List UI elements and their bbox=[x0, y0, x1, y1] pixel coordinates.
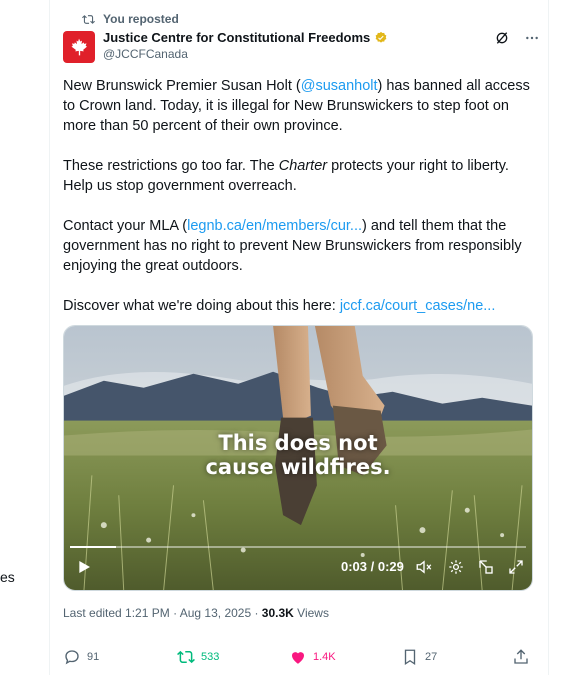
tweet-paragraph-1: New Brunswick Premier Susan Holt (@susan… bbox=[63, 78, 530, 134]
views-label: Views bbox=[293, 606, 329, 620]
author-name[interactable]: Justice Centre for Constitutional Freedo… bbox=[103, 30, 370, 45]
repost-label: You reposted bbox=[103, 12, 179, 26]
tweet-paragraph-3: Contact your MLA (legnb.ca/en/members/cu… bbox=[63, 218, 522, 274]
repost-icon bbox=[82, 14, 95, 24]
maple-leaf-icon bbox=[71, 38, 87, 56]
like-count: 1.4K bbox=[313, 651, 336, 663]
settings-gear-icon[interactable] bbox=[447, 558, 465, 576]
column-border-left bbox=[49, 0, 50, 675]
reply-button[interactable]: 91 bbox=[63, 648, 99, 666]
author-handle[interactable]: @JCCFCanada bbox=[103, 47, 188, 61]
bookmark-count: 27 bbox=[425, 651, 438, 663]
play-icon[interactable] bbox=[76, 559, 92, 575]
mla-link[interactable]: legnb.ca/en/members/cur... bbox=[187, 218, 362, 234]
repost-button[interactable]: 533 bbox=[177, 648, 219, 666]
tweet-top-actions bbox=[494, 30, 540, 46]
mention-link[interactable]: @susanholt bbox=[301, 78, 378, 94]
volume-muted-icon[interactable] bbox=[415, 558, 433, 576]
column-border-right bbox=[548, 0, 549, 675]
repost-icon bbox=[177, 650, 195, 664]
share-button[interactable] bbox=[512, 648, 530, 666]
grok-icon[interactable] bbox=[494, 30, 510, 46]
repost-count: 533 bbox=[201, 651, 220, 663]
video-time: 0:03 / 0:29 bbox=[341, 559, 404, 574]
tweet-paragraph-2: These restrictions go too far. The Chart… bbox=[63, 158, 509, 194]
video-controls: 0:03 / 0:29 bbox=[64, 546, 532, 590]
reply-icon bbox=[65, 650, 79, 665]
edited-timestamp[interactable]: Last edited 1:21 PM · Aug 13, 2025 · bbox=[63, 606, 262, 620]
author-line[interactable]: Justice Centre for Constitutional Freedo… bbox=[103, 30, 388, 45]
avatar[interactable] bbox=[63, 31, 95, 63]
tweet-actions-bar: 91 533 1.4K 27 bbox=[63, 648, 533, 668]
picture-in-picture-icon[interactable] bbox=[477, 558, 495, 576]
tweet-text: New Brunswick Premier Susan Holt (@susan… bbox=[63, 76, 533, 336]
reply-count: 91 bbox=[87, 651, 100, 663]
bookmark-icon bbox=[404, 649, 416, 666]
tweet-paragraph-4: Discover what we're doing about this her… bbox=[63, 298, 496, 314]
bookmark-button[interactable]: 27 bbox=[401, 648, 437, 666]
views-count: 30.3K bbox=[261, 606, 294, 620]
video-caption: This does not cause wildfires. bbox=[205, 431, 391, 479]
verified-badge-icon bbox=[375, 31, 387, 43]
left-clipped-text: es bbox=[0, 569, 15, 585]
more-options-icon[interactable] bbox=[524, 30, 540, 46]
heart-icon bbox=[292, 652, 304, 664]
like-button[interactable]: 1.4K bbox=[289, 648, 336, 666]
repost-indicator[interactable]: You reposted bbox=[82, 12, 179, 26]
share-icon bbox=[514, 649, 528, 664]
left-rail: es bbox=[0, 0, 50, 675]
court-cases-link[interactable]: jccf.ca/court_cases/ne... bbox=[340, 298, 496, 314]
tweet-meta: Last edited 1:21 PM · Aug 13, 2025 · 30.… bbox=[63, 606, 329, 620]
fullscreen-icon[interactable] bbox=[507, 558, 525, 576]
video-player[interactable]: This does not cause wildfires. 0:03 / 0:… bbox=[63, 325, 533, 591]
